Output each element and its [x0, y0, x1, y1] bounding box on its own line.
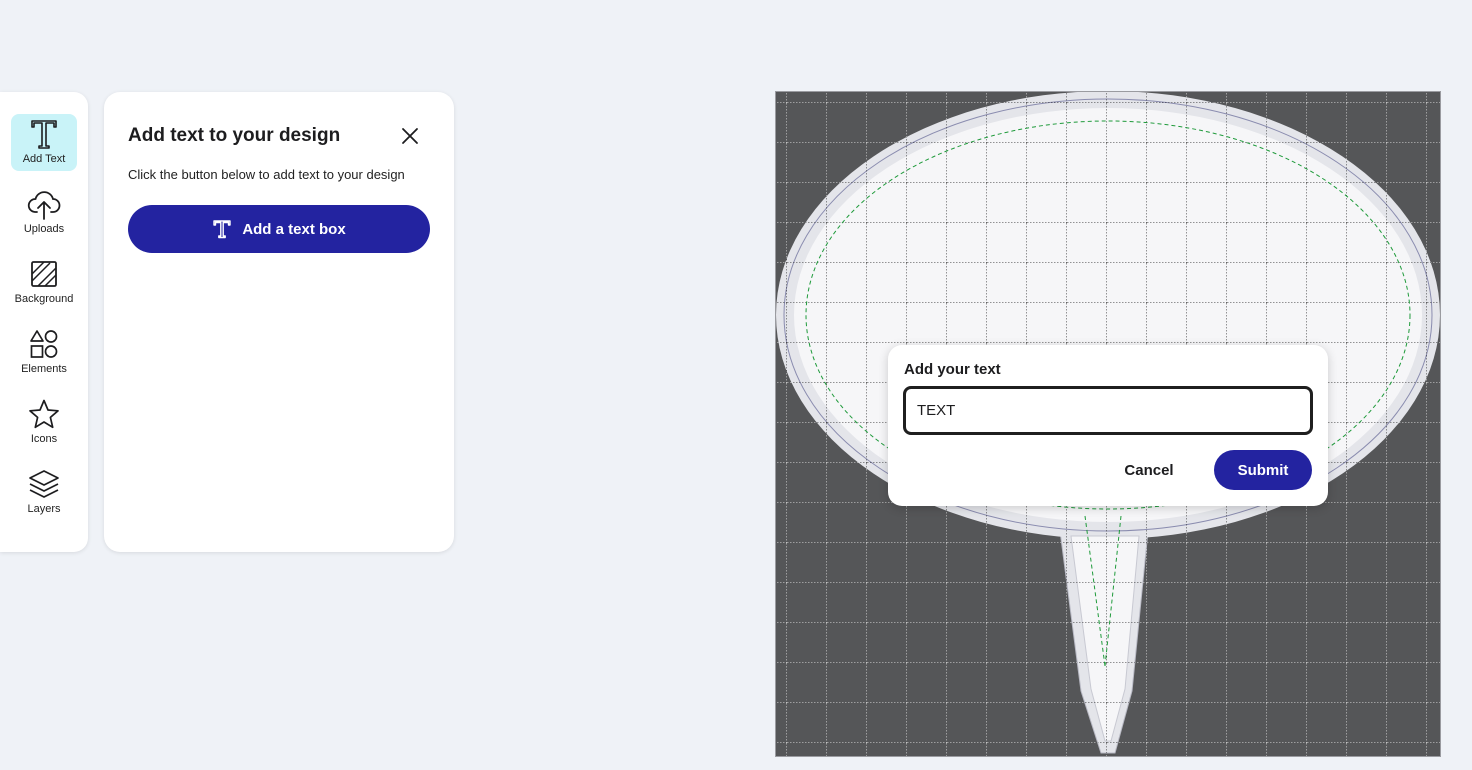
add-text-dialog: Add your text Cancel Submit: [888, 345, 1328, 506]
shapes-icon: [30, 330, 58, 358]
cancel-button[interactable]: Cancel: [1110, 450, 1188, 490]
text-input[interactable]: [903, 386, 1313, 435]
rail-item-background[interactable]: Background: [11, 254, 77, 311]
rail-item-add-text[interactable]: Add Text: [11, 114, 77, 171]
tool-rail: Add Text Uploads Background Elements Ico…: [0, 92, 88, 552]
background-icon: [31, 261, 57, 287]
rail-item-label: Background: [14, 293, 74, 305]
rail-item-uploads[interactable]: Uploads: [11, 184, 77, 241]
layers-icon: [29, 470, 59, 498]
add-text-box-label: Add a text box: [242, 220, 346, 238]
rail-item-label: Uploads: [23, 223, 65, 235]
rail-item-icons[interactable]: Icons: [11, 394, 77, 451]
panel-title: Add text to your design: [128, 125, 341, 146]
text-icon: [31, 120, 57, 149]
star-icon: [29, 399, 59, 429]
text-icon: [213, 220, 232, 239]
rail-item-layers[interactable]: Layers: [11, 464, 77, 521]
rail-item-label: Add Text: [22, 153, 66, 165]
cloud-upload-icon: [27, 191, 61, 220]
add-text-panel: Add text to your design Click the button…: [104, 92, 454, 552]
panel-description: Click the button below to add text to yo…: [128, 167, 405, 182]
rail-item-elements[interactable]: Elements: [11, 324, 77, 381]
close-icon[interactable]: [400, 126, 420, 146]
rail-item-label: Elements: [21, 363, 67, 375]
rail-item-label: Layers: [27, 503, 61, 515]
submit-button[interactable]: Submit: [1214, 450, 1312, 490]
rail-item-label: Icons: [30, 433, 58, 445]
add-text-box-button[interactable]: Add a text box: [128, 205, 430, 253]
dialog-title: Add your text: [904, 361, 1001, 378]
